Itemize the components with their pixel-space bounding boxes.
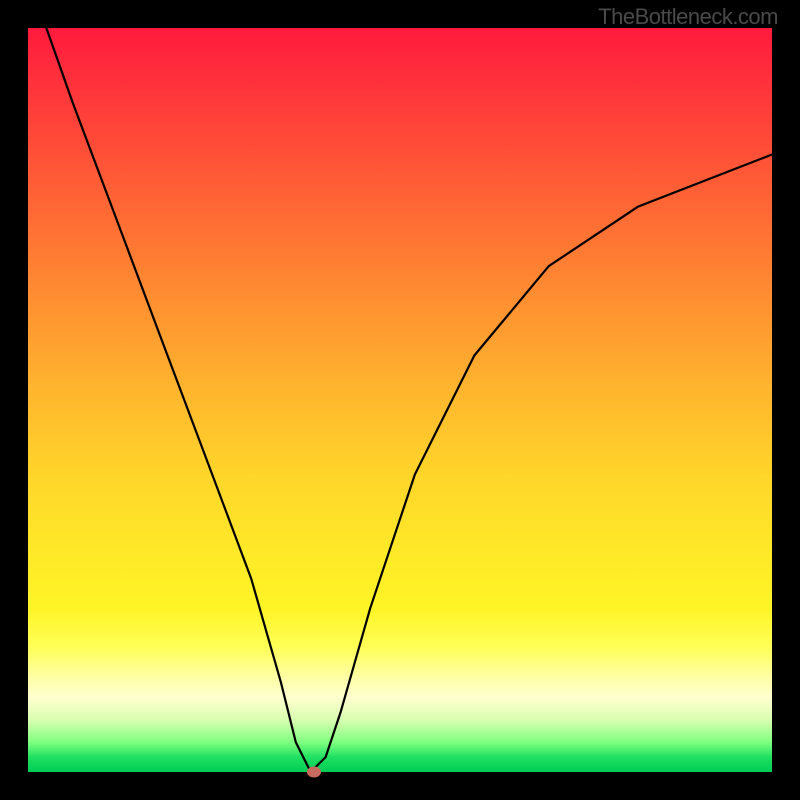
plot-area (28, 28, 772, 772)
watermark-text: TheBottleneck.com (598, 4, 778, 30)
optimal-point-marker (307, 767, 321, 778)
bottleneck-curve (28, 28, 772, 772)
